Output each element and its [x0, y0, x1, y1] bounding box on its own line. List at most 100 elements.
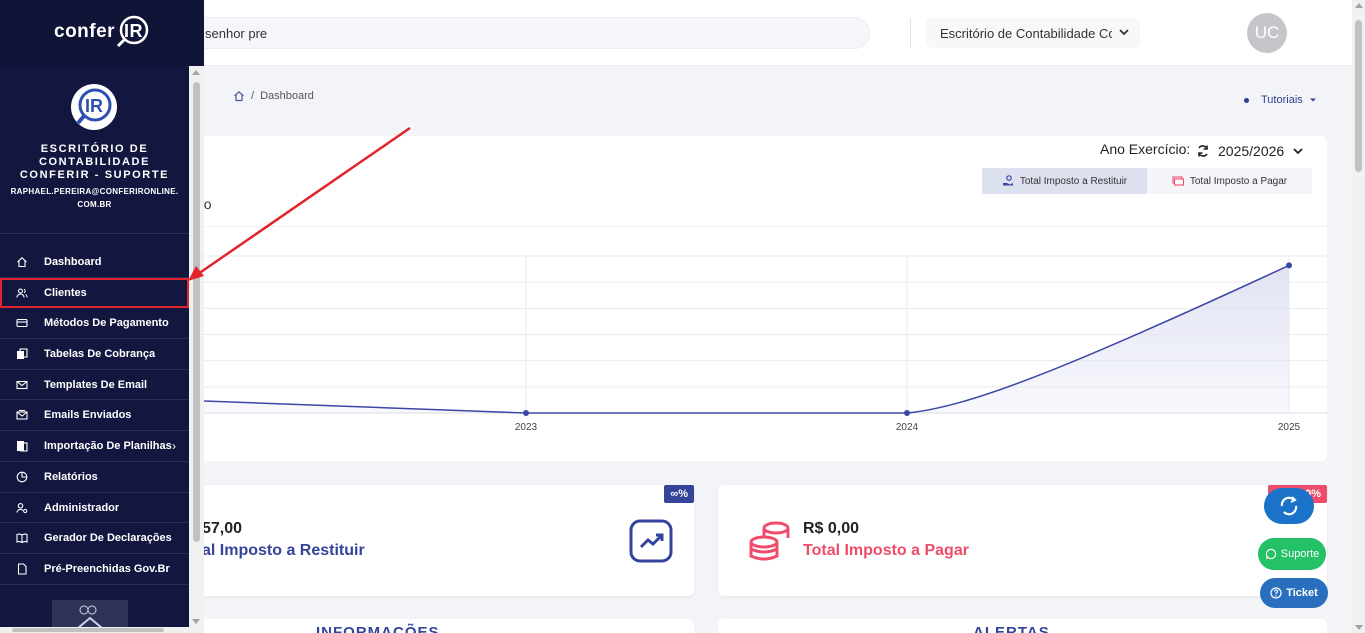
alertas-card: ALERTAS: [718, 619, 1327, 633]
alertas-title: ALERTAS: [973, 624, 1050, 633]
sidebar-item-label: Pré-Preenchidas Gov.Br: [44, 562, 170, 575]
chevron-down-icon: [1293, 148, 1303, 155]
stat-label: Total Imposto a Pagar: [803, 542, 969, 559]
sidebar-item-relatorios[interactable]: Relatórios: [0, 462, 189, 493]
logo-bar: confer IR: [0, 0, 204, 66]
sidebar-item-pre-preenchidas[interactable]: Pré-Preenchidas Gov.Br: [0, 554, 189, 585]
data-point: [523, 410, 529, 416]
sidebar-scrollbar[interactable]: [189, 66, 204, 628]
spreadsheet-icon: [17, 441, 28, 452]
sidebar-item-metodos-pagamento[interactable]: Métodos De Pagamento: [0, 308, 189, 340]
chevron-right-icon: ›: [172, 439, 176, 454]
money-icon: [1172, 176, 1184, 186]
sidebar-item-gerador-declaracoes[interactable]: Gerador De Declarações: [0, 523, 189, 554]
sidebar-item-tabelas-cobranca[interactable]: Tabelas De Cobrança: [0, 339, 189, 370]
search-input[interactable]: senhor pre: [188, 17, 870, 49]
stat-card-pagar: -100,00% R$ 0,00 Total Imposto a Pagar: [718, 485, 1327, 596]
horizontal-scrollbar-thumb[interactable]: [12, 628, 164, 632]
table-icon: [17, 348, 28, 360]
office-select[interactable]: Escritório de Contabilidade Conferir - S…: [926, 18, 1140, 48]
mail-sent-icon: [16, 410, 28, 420]
scroll-up-icon[interactable]: [1355, 3, 1363, 8]
sidebar-item-administrador[interactable]: Administrador: [0, 493, 189, 524]
suporte-label: Suporte: [1280, 548, 1320, 560]
stat-amount: R$ 0,00: [803, 520, 860, 537]
scroll-down-icon[interactable]: [192, 619, 200, 624]
sync-widget[interactable]: [1264, 488, 1314, 524]
sidebar-item-label: Relatórios: [44, 470, 98, 483]
home-icon[interactable]: [233, 90, 245, 102]
tutoriais-dropdown[interactable]: Tutoriais: [1244, 94, 1317, 106]
book-icon: [16, 533, 28, 544]
breadcrumb: / Dashboard: [233, 90, 314, 102]
mail-icon: [16, 380, 28, 389]
tutoriais-label: Tutoriais: [1261, 94, 1303, 106]
stat-amount: 57,00: [202, 520, 243, 537]
sidebar-item-emails-enviados[interactable]: Emails Enviados: [0, 400, 189, 432]
ano-select[interactable]: 2025/2026: [1196, 140, 1310, 162]
scrollbar-thumb[interactable]: [1355, 20, 1362, 172]
help-circle-icon: [1270, 587, 1282, 599]
hand-coin-icon: [1002, 175, 1013, 186]
user-gear-icon: [16, 502, 28, 513]
tab-imposto-pagar[interactable]: Total Imposto a Pagar: [1147, 168, 1312, 194]
sidebar-item-label: Administrador: [44, 501, 120, 514]
header-divider: [910, 18, 911, 48]
scroll-down-icon[interactable]: [1355, 625, 1363, 630]
ticket-button[interactable]: Ticket: [1260, 578, 1328, 608]
credit-card-icon: [16, 319, 28, 328]
sidebar-divider: [0, 233, 189, 234]
svg-text:confer: confer: [54, 21, 115, 42]
trending-up-icon: [629, 519, 673, 563]
scroll-up-icon[interactable]: [192, 70, 200, 75]
informacoes-card: INFORMAÇÕES: [186, 619, 694, 633]
sidebar-item-importacao-planilhas[interactable]: Importação De Planilhas ›: [0, 431, 189, 462]
chevron-down-icon: [1119, 29, 1129, 36]
footer-badge-icon: [77, 605, 103, 629]
avatar[interactable]: UC: [1247, 13, 1287, 53]
sidebar-item-label: Gerador De Declarações: [44, 532, 172, 545]
tab-label: Total Imposto a Pagar: [1189, 175, 1288, 187]
sync-icon: [1280, 496, 1298, 516]
sidebar-item-label: Dashboard: [44, 256, 102, 268]
svg-text:IR: IR: [124, 21, 143, 41]
restituir-area-chart: 2023 2024 2025: [203, 255, 1327, 433]
stat-card-restituir: ∞% 57,00 al Imposto a Restituir: [186, 485, 694, 596]
org-logo-icon: IR: [76, 88, 112, 125]
sidebar-scrollbar-thumb[interactable]: [193, 82, 200, 542]
sidebar-item-label: Tabelas De Cobrança: [44, 348, 156, 361]
data-point: [904, 410, 910, 416]
sidebar-item-clientes[interactable]: Clientes: [0, 277, 189, 309]
svg-text:IR: IR: [85, 96, 103, 116]
footer-logo: [52, 600, 128, 630]
org-logo: IR: [71, 84, 117, 130]
x-tick-label: 2024: [896, 422, 919, 433]
search-value: senhor pre: [205, 26, 268, 41]
caret-down-icon: [1309, 98, 1316, 102]
refresh-icon[interactable]: [1196, 144, 1210, 158]
sidebar-item-label: Emails Enviados: [44, 409, 132, 422]
x-tick-label: 2025: [1278, 422, 1301, 433]
tab-imposto-restituir[interactable]: Total Imposto a Restituir: [982, 168, 1147, 194]
sidebar-horizontal-scrollbar[interactable]: [0, 627, 204, 633]
coins-stack-icon: [749, 521, 790, 561]
chart-tabs: Total Imposto a Restituir Total Imposto …: [982, 168, 1312, 194]
x-tick-label: 2023: [515, 422, 538, 433]
page-scrollbar[interactable]: [1352, 0, 1365, 633]
sidebar-item-label: Templates De Email: [44, 378, 148, 391]
sidebar-item-label: Importação De Planilhas: [44, 440, 172, 453]
ano-label: Ano Exercício:: [1100, 141, 1191, 157]
breadcrumb-current: Dashboard: [260, 90, 314, 102]
sidebar-item-templates-email[interactable]: Templates De Email: [0, 370, 189, 401]
sidebar: confer IR IR ESCRITÓRIO DE CONTABILIDADE…: [0, 0, 204, 633]
breadcrumb-separator: /: [251, 90, 255, 102]
stat-badge: ∞%: [664, 485, 694, 503]
sidebar-item-dashboard[interactable]: Dashboard: [0, 247, 189, 278]
suporte-whatsapp-button[interactable]: Suporte: [1258, 538, 1326, 570]
sidebar-menu: Dashboard Clientes Métodos De Pagamento …: [0, 247, 189, 585]
dot-icon: [1244, 97, 1249, 103]
ticket-label: Ticket: [1286, 587, 1318, 599]
data-point: [1286, 262, 1292, 269]
tab-label: Total Imposto a Restituir: [1019, 175, 1128, 187]
pie-chart-icon: [16, 471, 28, 483]
